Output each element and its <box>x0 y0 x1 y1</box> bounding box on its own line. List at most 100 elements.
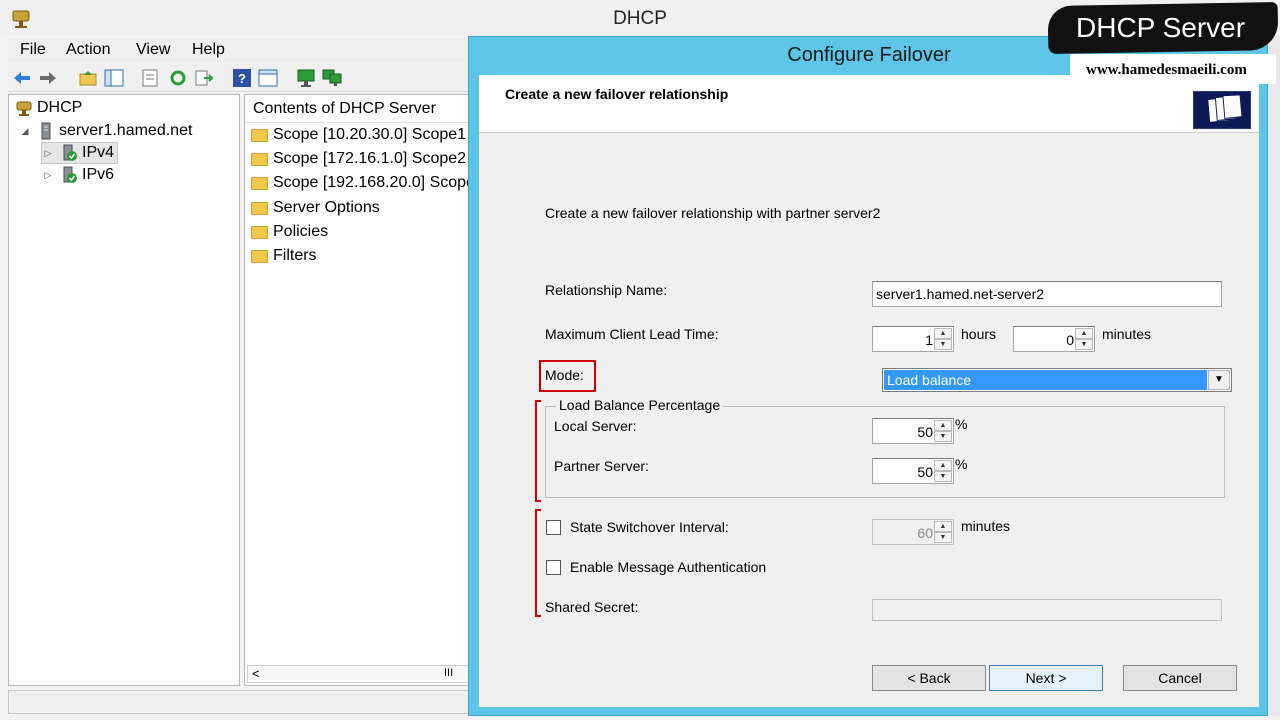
spin-up-icon[interactable]: ▲ <box>934 460 952 471</box>
up-folder-icon[interactable] <box>78 68 98 88</box>
local-server-percent-stepper[interactable]: 50 ▲ ▼ <box>872 418 954 444</box>
list-item-label: Server Options <box>273 199 380 216</box>
relationship-name-input[interactable]: server1.hamed.net-server2 <box>872 281 1222 307</box>
list-item-label: Scope [172.16.1.0] Scope2 <box>273 150 467 167</box>
scroll-left-arrow-icon[interactable]: < <box>252 666 260 681</box>
list-item[interactable]: Server Options <box>251 197 380 219</box>
list-item[interactable]: Policies <box>251 221 328 243</box>
status-bar <box>8 690 478 714</box>
mclt-hours-stepper[interactable]: 1 ▲ ▼ <box>872 326 954 352</box>
cancel-button[interactable]: Cancel <box>1123 665 1237 691</box>
annotation-bracket <box>535 400 541 502</box>
scroll-grip[interactable]: III <box>444 667 453 679</box>
mode-annotation-box <box>539 360 596 392</box>
load-balance-group-title: Load Balance Percentage <box>556 397 724 413</box>
folder-icon <box>251 176 268 190</box>
mclt-hours-value: 1 <box>925 332 933 348</box>
spin-up-icon[interactable]: ▲ <box>934 420 952 431</box>
refresh-icon[interactable] <box>168 68 188 88</box>
list-item-label: Filters <box>273 247 317 264</box>
relationship-name-label: Relationship Name: <box>545 282 668 298</box>
spin-up-icon[interactable]: ▲ <box>934 521 952 532</box>
ipv4-icon <box>63 144 77 161</box>
spin-up-icon[interactable]: ▲ <box>934 328 952 339</box>
minutes-label: minutes <box>1102 326 1152 342</box>
state-switchover-label: State Switchover Interval: <box>570 519 729 535</box>
tree-label-dhcp: DHCP <box>37 99 83 116</box>
message-auth-checkbox[interactable] <box>546 560 561 575</box>
shared-secret-label: Shared Secret: <box>545 599 639 615</box>
mclt-minutes-value: 0 <box>1066 332 1074 348</box>
contents-column-header[interactable]: Contents of DHCP Server <box>245 95 473 123</box>
list-item[interactable]: Filters <box>251 245 317 267</box>
spin-down-icon[interactable]: ▼ <box>1075 339 1093 350</box>
menu-help[interactable]: Help <box>192 41 225 59</box>
configure-failover-dialog: Configure Failover Create a new failover… <box>468 36 1268 716</box>
state-switchover-value: 60 <box>917 525 933 541</box>
properties-icon[interactable] <box>140 68 160 88</box>
watermark-site: www.hamedesmaeili.com <box>1086 62 1247 78</box>
spin-down-icon[interactable]: ▼ <box>934 339 952 350</box>
dialog-body: Create a new failover relationship Creat… <box>479 75 1259 707</box>
tree-item-ipv6[interactable]: ▷ IPv6 <box>42 164 114 186</box>
annotation-bracket <box>535 509 541 617</box>
partner-server-percent-value: 50 <box>917 464 933 480</box>
filters-icon <box>251 249 268 263</box>
collapse-arrow-icon[interactable]: ◢ <box>19 126 31 137</box>
spin-down-icon[interactable]: ▼ <box>934 431 952 442</box>
tree-label-server: server1.hamed.net <box>59 122 193 139</box>
help-icon[interactable]: ? <box>232 68 252 88</box>
menu-action[interactable]: Action <box>66 41 110 59</box>
list-item-label: Scope [192.168.20.0] Scope3 <box>273 174 474 191</box>
show-action-pane-icon[interactable] <box>258 68 278 88</box>
state-switchover-stepper[interactable]: 60 ▲ ▼ <box>872 519 954 545</box>
menu-file[interactable]: File <box>20 41 46 59</box>
wizard-header-title: Create a new failover relationship <box>505 86 729 102</box>
mode-dropdown[interactable]: Load balance ▼ <box>882 368 1232 392</box>
back-button[interactable]: < Back <box>872 665 986 691</box>
tree-item-dhcp[interactable]: DHCP <box>15 97 82 119</box>
mclt-minutes-stepper[interactable]: 0 ▲ ▼ <box>1013 326 1095 352</box>
svg-text:?: ? <box>238 71 246 86</box>
chevron-down-icon[interactable]: ▼ <box>1208 370 1230 390</box>
list-item[interactable]: Scope [192.168.20.0] Scope3 <box>251 172 474 194</box>
folder-icon <box>251 128 268 142</box>
list-item[interactable]: Scope [10.20.30.0] Scope1 <box>251 124 466 146</box>
shared-secret-input[interactable] <box>872 599 1222 621</box>
toolbar: ? <box>8 64 478 92</box>
spin-up-icon[interactable]: ▲ <box>1075 328 1093 339</box>
state-switchover-checkbox[interactable] <box>546 520 561 535</box>
forward-arrow-icon[interactable] <box>38 68 58 88</box>
back-arrow-icon[interactable] <box>12 68 32 88</box>
wizard-icon <box>1193 91 1251 129</box>
partner-server-label: Partner Server: <box>554 458 649 474</box>
mclt-label: Maximum Client Lead Time: <box>545 326 719 342</box>
dhcp-icon <box>16 101 32 116</box>
horizontal-scrollbar[interactable]: < III <box>247 665 471 683</box>
spin-down-icon[interactable]: ▼ <box>934 471 952 482</box>
switchover-unit-label: minutes <box>961 518 1011 534</box>
folder-icon <box>251 152 268 166</box>
tree-item-server[interactable]: ◢ server1.hamed.net <box>19 120 192 142</box>
tree-item-ipv4[interactable]: ▷ IPv4 <box>41 142 119 164</box>
local-server-percent-value: 50 <box>917 424 933 440</box>
menu-view[interactable]: View <box>136 41 170 59</box>
intro-text: Create a new failover relationship with … <box>545 205 881 221</box>
expand-arrow-icon[interactable]: ▷ <box>42 148 54 159</box>
watermark: DHCP Server www.hamedesmaeili.com <box>1047 0 1280 92</box>
export-list-icon[interactable] <box>194 68 214 88</box>
list-item[interactable]: Scope [172.16.1.0] Scope2 <box>251 148 466 170</box>
server-options-icon <box>251 201 268 215</box>
monitor-icon[interactable] <box>296 68 316 88</box>
list-item-label: Policies <box>273 223 329 240</box>
console-tree: DHCP ◢ server1.hamed.net ▷ IPv4 ▷ IPv6 <box>8 94 240 686</box>
expand-arrow-icon[interactable]: ▷ <box>42 170 54 181</box>
spin-down-icon[interactable]: ▼ <box>934 532 952 543</box>
next-button[interactable]: Next > <box>989 665 1103 691</box>
ipv6-icon <box>63 166 77 183</box>
show-hide-tree-icon[interactable] <box>104 68 124 88</box>
local-server-label: Local Server: <box>554 418 637 434</box>
monitors-icon[interactable] <box>322 68 342 88</box>
list-item-label: Scope [10.20.30.0] Scope1 <box>273 126 467 143</box>
partner-server-percent-stepper[interactable]: 50 ▲ ▼ <box>872 458 954 484</box>
